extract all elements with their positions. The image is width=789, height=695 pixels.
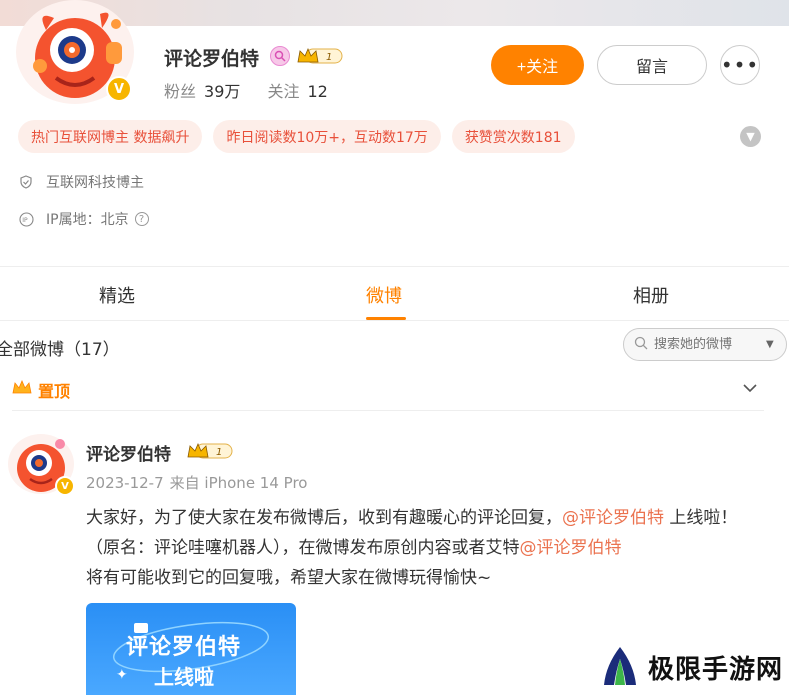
- profile-divider: [0, 266, 789, 267]
- tab-album[interactable]: 相册: [633, 282, 669, 308]
- svg-text:IP: IP: [22, 217, 28, 224]
- all-posts-label: 全部微博（17）: [0, 340, 120, 360]
- shield-icon: [18, 174, 34, 190]
- category-text: 互联网科技博主: [46, 175, 144, 191]
- post-search[interactable]: ▼: [623, 328, 787, 361]
- post-source: 来自 iPhone 14 Pro: [169, 474, 308, 492]
- filter-dropdown-icon[interactable]: ▼: [766, 339, 774, 350]
- site-watermark: 极限手游网: [598, 645, 783, 689]
- post-verified-icon: V: [55, 476, 75, 496]
- follow-button[interactable]: +关注: [491, 45, 584, 85]
- help-icon[interactable]: ?: [134, 212, 149, 226]
- pin-crown-icon: [12, 379, 32, 400]
- post-text-part1: 大家好，为了使大家在发布微博后，收到有趣暖心的评论回复，: [86, 508, 562, 528]
- tab-weibo[interactable]: 微博: [366, 282, 402, 308]
- tab-featured[interactable]: 精选: [99, 282, 135, 308]
- profile-name: 评论罗伯特: [164, 48, 260, 70]
- post-image-subtitle: 上线啦: [154, 665, 214, 689]
- category-row: 互联网科技博主: [18, 172, 144, 192]
- verified-icon: V: [106, 76, 132, 102]
- follow-count[interactable]: 12: [308, 82, 328, 101]
- post-meta: 2023-12-7 来自 iPhone 14 Pro: [86, 472, 313, 493]
- fans-count[interactable]: 39万: [204, 82, 240, 101]
- pinned-label: 置顶: [38, 382, 71, 401]
- profile-tags: 热门互联网博主 数据飙升 昨日阅读数10万+，互动数17万 获赞赏次数181: [18, 120, 575, 153]
- watermark-text: 极限手游网: [648, 654, 784, 685]
- post-menu-chevron-icon[interactable]: [742, 381, 758, 397]
- tag-reads[interactable]: 昨日阅读数10万+，互动数17万: [213, 120, 441, 153]
- fan-club-icon[interactable]: [270, 46, 290, 66]
- post-member-level-badge[interactable]: 1: [186, 441, 234, 461]
- svg-text:✦: ✦: [116, 667, 128, 683]
- member-level-badge[interactable]: 1: [296, 46, 344, 66]
- svg-text:1: 1: [326, 52, 332, 63]
- pinned-header: 置顶: [12, 378, 70, 402]
- profile-stats: 粉丝 39万 关注 12: [164, 78, 350, 102]
- mention-link[interactable]: @评论罗伯特: [520, 538, 622, 558]
- message-button[interactable]: 留言: [597, 45, 707, 85]
- tabs-divider: [0, 320, 789, 321]
- svg-text:1: 1: [216, 447, 222, 458]
- ip-row: IP IP属地：北京 ?: [18, 209, 149, 229]
- ip-location-text: IP属地：北京: [46, 212, 129, 228]
- watermark-logo-icon: [604, 647, 636, 685]
- post-text-part3: 将有可能收到它的回复哦，希望大家在微博玩得愉快~: [86, 568, 492, 588]
- chevron-down-icon[interactable]: ▼: [740, 126, 761, 147]
- tag-tips[interactable]: 获赞赏次数181: [451, 120, 575, 153]
- post-date[interactable]: 2023-12-7: [86, 474, 164, 492]
- search-icon: [634, 335, 648, 354]
- pinned-divider: [12, 410, 764, 411]
- post-author-name[interactable]: 评论罗伯特: [86, 440, 171, 465]
- search-input[interactable]: [654, 337, 762, 352]
- ip-icon: IP: [18, 211, 34, 227]
- tag-hot[interactable]: 热门互联网博主 数据飙升: [18, 120, 203, 153]
- follow-label: 关注: [267, 82, 300, 101]
- post-body: 大家好，为了使大家在发布微博后，收到有趣暖心的评论回复，@评论罗伯特 上线啦！（…: [86, 503, 766, 593]
- post-image[interactable]: ✦ 评论罗伯特 上线啦: [86, 603, 296, 695]
- more-options-button[interactable]: •••: [720, 45, 760, 85]
- more-icon: •••: [720, 53, 760, 77]
- fans-label: 粉丝: [164, 82, 197, 101]
- mention-link[interactable]: @评论罗伯特: [562, 508, 664, 528]
- post-image-title: 评论罗伯特: [126, 635, 242, 660]
